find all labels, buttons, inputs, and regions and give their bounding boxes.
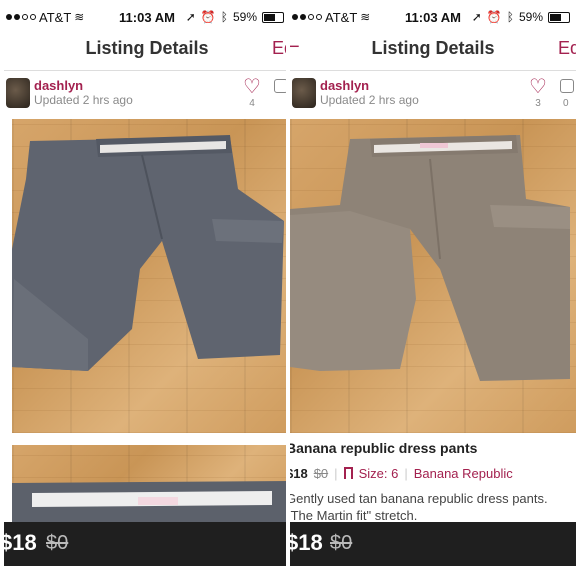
avatar[interactable] [6,78,30,108]
seller-row: dashlyn Updated 2 hrs ago ♡ 4 [4,76,290,116]
battery-icon [262,11,284,23]
status-bar: AT&T ≋ 11:03 AM ➚ ⏰ ᛒ 59% [290,0,576,34]
price-current: $18 [290,530,323,555]
pants-photo-tan [290,135,570,381]
status-right: ➚ ⏰ ᛒ 59% [186,10,284,24]
seller-username[interactable]: dashlyn [34,78,83,93]
price-original: $0 [330,532,353,554]
nav-divider [4,70,290,71]
location-arrow-icon: ➚ [471,10,482,24]
meta-divider: | [404,465,408,481]
nav-divider [290,70,576,71]
battery-icon [548,11,570,23]
right-screenshot: AT&T ≋ 11:03 AM ➚ ⏰ ᛒ 59% − Listing Deta… [290,0,576,580]
page-title: Listing Details [85,38,209,58]
nav-bar: Listing Details Ed [4,34,290,70]
like-button[interactable]: ♡ 3 [526,76,550,109]
listing-photo[interactable] [12,119,290,433]
status-bar: AT&T ≋ 11:03 AM ➚ ⏰ ᛒ 59% [4,0,290,34]
pants-icon [343,467,353,479]
comment-icon[interactable] [560,79,574,93]
listing-meta: $18 $0 | Size: 6 | Banana Republic [290,462,572,484]
updated-time: Updated 2 hrs ago [320,93,419,107]
listing-price: $18 [290,465,308,481]
edit-button[interactable]: Ed [558,38,576,59]
listing-photo-2[interactable] [12,445,290,522]
listing-description: Gently used tan banana republic dress pa… [290,491,548,523]
listing-original-price: $0 [313,465,329,481]
updated-time: Updated 2 hrs ago [34,93,133,107]
comment-count: 0 [563,98,569,109]
listing-title: Banana republic dress pants [290,440,478,456]
like-count: 3 [535,98,541,109]
left-screenshot: AT&T ≋ 11:03 AM ➚ ⏰ ᛒ 59% Listing Detail… [4,0,290,580]
meta-divider: | [334,465,338,481]
like-button[interactable]: ♡ 4 [240,76,264,109]
nav-bar: − Listing Details Ed [290,34,576,70]
heart-icon: ♡ [243,76,261,98]
seller-row: dashlyn Updated 2 hrs ago ♡ 3 0 [290,76,576,116]
avatar[interactable] [292,78,316,108]
price-current: $18 [4,530,37,555]
bluetooth-icon: ᛒ [506,10,514,24]
like-count: 4 [249,98,255,109]
price-bar: $18 $0 [4,522,290,566]
page-title: Listing Details [371,38,495,58]
pants-photo-grey [12,135,284,371]
heart-icon: ♡ [529,76,547,98]
listing-size[interactable]: Size: 6 [359,466,399,481]
alarm-icon: ⏰ [200,10,216,24]
price-bar: $18 $0 [290,522,576,566]
battery-percent: 59% [518,10,543,24]
price-original: $0 [46,532,69,554]
seller-username[interactable]: dashlyn [320,78,369,93]
status-right: ➚ ⏰ ᛒ 59% [472,10,570,24]
location-arrow-icon: ➚ [185,10,196,24]
bluetooth-icon: ᛒ [220,10,228,24]
battery-fill [264,13,275,21]
pants-waistband-grey [12,481,290,522]
listing-brand[interactable]: Banana Republic [414,466,513,481]
listing-photo[interactable] [290,119,576,433]
battery-fill [550,13,561,21]
listing-details: Banana republic dress pants $18 $0 | Siz… [290,440,572,524]
alarm-icon: ⏰ [486,10,502,24]
battery-percent: 59% [232,10,257,24]
